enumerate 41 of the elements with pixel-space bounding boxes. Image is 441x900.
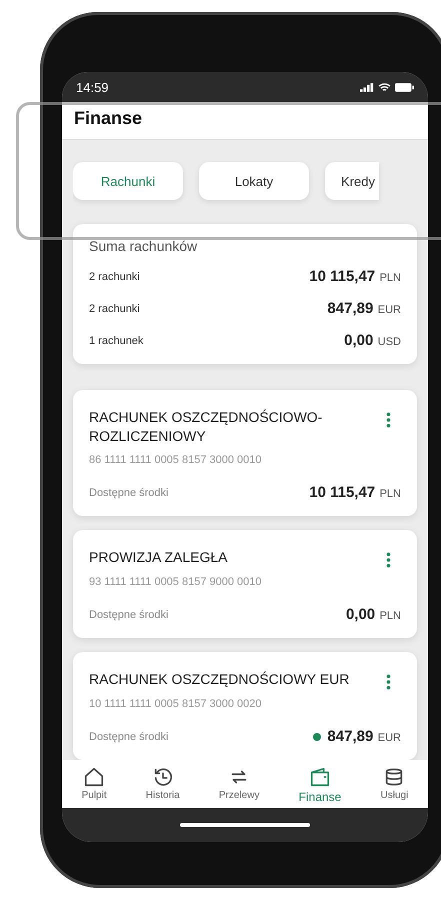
status-time: 14:59: [76, 80, 110, 94]
account-card[interactable]: PROWIZJA ZALEGŁA 93 1111 1111 0005 8157 9000 0010 Dostępne środki 0,00 PLN: [73, 530, 417, 638]
signal-icon: [360, 82, 374, 92]
balance-label: Dostępne środki: [89, 487, 170, 499]
more-icon[interactable]: [386, 674, 391, 690]
account-name: RACHUNEK OSZCZĘDNOŚCIOWO-ROZLICZENIOWY: [89, 408, 324, 446]
category-tab[interactable]: Kredy: [325, 162, 379, 200]
wifi-icon: [378, 82, 391, 92]
nav-item[interactable]: Historia: [146, 766, 180, 804]
more-icon[interactable]: [386, 412, 391, 428]
summary-title: Suma rachunków: [89, 238, 198, 254]
account-name: PROWIZJA ZALEGŁA: [89, 548, 228, 567]
account-card[interactable]: RACHUNEK OSZCZĘDNOŚCIOWY EUR 10 1111 1111 0005 8157 3000 0020 Dostępne środki 847,89 EUR: [73, 652, 417, 760]
category-tab[interactable]: Rachunki: [73, 162, 183, 200]
amount: 847,89 EUR: [327, 300, 401, 318]
amount: 10 115,47 PLN: [309, 484, 401, 502]
account-count: 1 rachunek: [89, 335, 144, 348]
balance-label: Dostępne środki: [89, 731, 170, 743]
wallet-icon: [309, 766, 331, 788]
nav-item[interactable]: Usługi: [380, 766, 408, 804]
account-number: 86 1111 1111 0005 8157 3000 0010: [89, 454, 262, 466]
account-count: 2 rachunki: [89, 271, 140, 284]
nav-item[interactable]: Przelewy: [218, 766, 260, 804]
home-icon: [83, 766, 106, 788]
balance-label: Dostępne środki: [89, 609, 170, 621]
dot-icon: [313, 733, 322, 741]
account-number: 10 1111 1111 0005 8157 3000 0020: [89, 698, 262, 710]
nav-item[interactable]: Pulpit: [82, 766, 107, 804]
account-number: 93 1111 1111 0005 8157 9000 0010: [89, 576, 262, 588]
battery-icon: [395, 82, 414, 92]
account-card[interactable]: RACHUNEK OSZCZĘDNOŚCIOWO-ROZLICZENIOWY 86 1111 1111 0005 8157 3000 0010 Dostępne środki 10 115,47 PLN: [73, 390, 417, 516]
amount: 0,00 USD: [344, 332, 401, 350]
account-count: 2 rachunki: [89, 303, 140, 316]
more-icon[interactable]: [386, 552, 391, 568]
category-tab[interactable]: Lokaty: [199, 162, 309, 200]
amount: 847,89 EUR: [327, 728, 401, 746]
nav-item[interactable]: Finanse: [298, 766, 342, 804]
page-title: Finanse: [74, 108, 142, 128]
account-name: RACHUNEK OSZCZĘDNOŚCIOWY EUR: [89, 670, 350, 689]
amount: 0,00 PLN: [346, 606, 401, 624]
amount: 10 115,47 PLN: [309, 268, 401, 286]
